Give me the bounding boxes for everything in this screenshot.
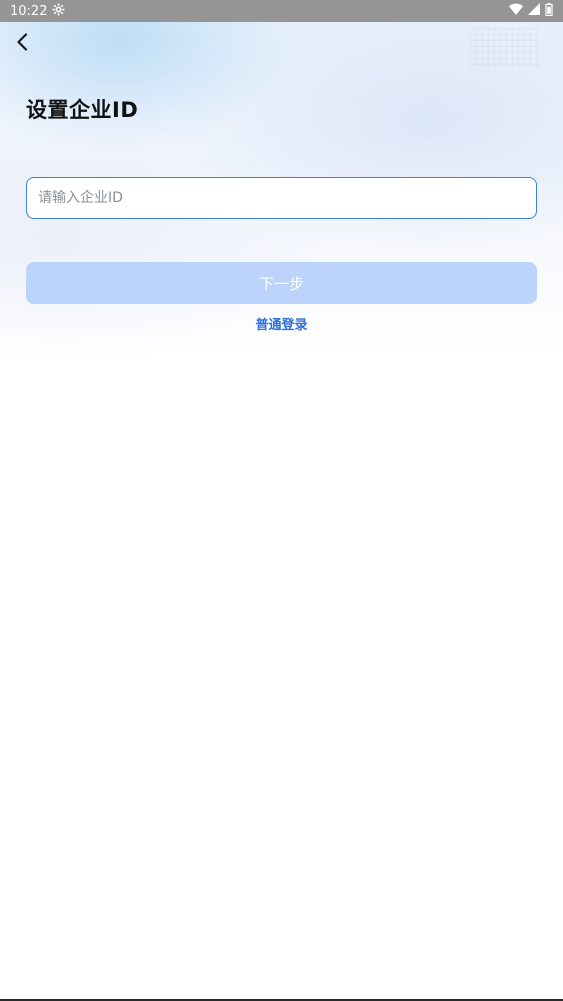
decorative-grid <box>470 28 540 68</box>
next-button[interactable]: 下一步 <box>26 262 537 304</box>
chevron-left-icon <box>15 33 29 55</box>
cell-signal-icon <box>528 3 540 19</box>
page-title: 设置企业ID <box>26 98 139 122</box>
settings-gear-icon <box>52 3 65 20</box>
normal-login-link[interactable]: 普通登录 <box>0 314 563 333</box>
status-bar-left: 10:22 <box>10 3 65 20</box>
status-time: 10:22 <box>10 3 48 19</box>
status-bar-right <box>509 2 553 20</box>
enterprise-id-input[interactable] <box>26 177 537 219</box>
battery-icon <box>545 2 553 20</box>
wifi-icon <box>509 3 523 19</box>
status-bar: 10:22 <box>0 0 563 22</box>
back-button[interactable] <box>8 30 36 58</box>
